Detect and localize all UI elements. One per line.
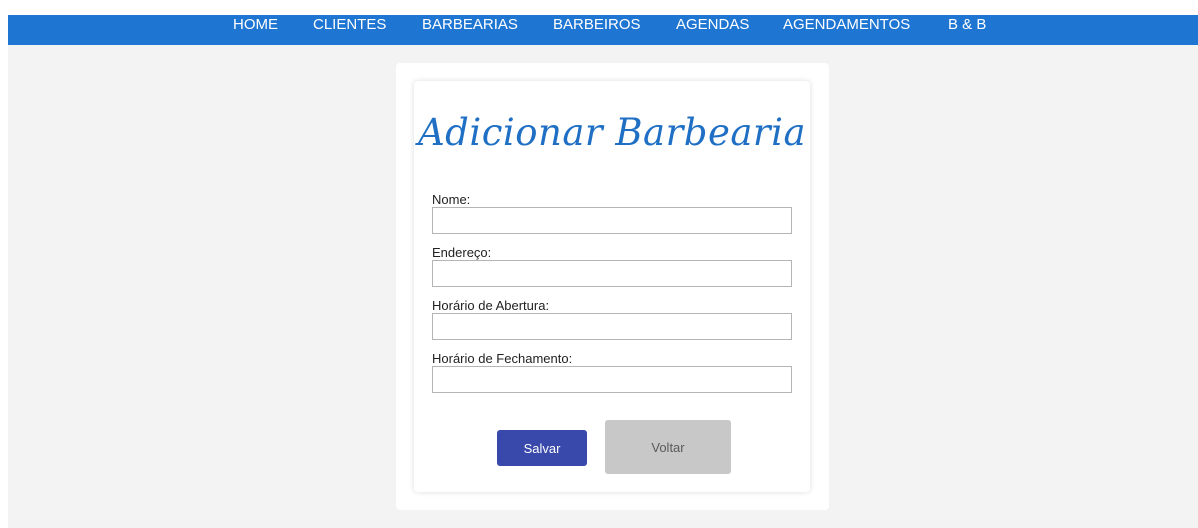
nav-item-barbearias[interactable]: BARBEARIAS	[422, 15, 518, 35]
nav-item-b-and-b[interactable]: B & B	[948, 15, 986, 35]
endereco-label: Endereço:	[432, 245, 492, 260]
nav-item-clientes[interactable]: CLIENTES	[313, 15, 386, 35]
nav-item-agendamentos[interactable]: AGENDAMENTOS	[783, 15, 910, 35]
page-title: Adicionar Barbearia	[417, 111, 807, 154]
horario-fechamento-label: Horário de Fechamento:	[432, 351, 573, 366]
horario-fechamento-input[interactable]	[432, 366, 792, 393]
nome-label: Nome:	[432, 192, 471, 207]
top-navbar: HOME CLIENTES BARBEARIAS BARBEIROS AGEND…	[8, 15, 1198, 45]
horario-abertura-input[interactable]	[432, 313, 792, 340]
nav-item-agendas[interactable]: AGENDAS	[676, 15, 749, 35]
nome-input[interactable]	[432, 207, 792, 234]
nav-item-home[interactable]: HOME	[233, 15, 278, 35]
save-button[interactable]: Salvar	[497, 430, 587, 466]
nav-item-barbeiros[interactable]: BARBEIROS	[553, 15, 641, 35]
endereco-input[interactable]	[432, 260, 792, 287]
horario-abertura-label: Horário de Abertura:	[432, 298, 550, 313]
back-button[interactable]: Voltar	[605, 420, 731, 474]
